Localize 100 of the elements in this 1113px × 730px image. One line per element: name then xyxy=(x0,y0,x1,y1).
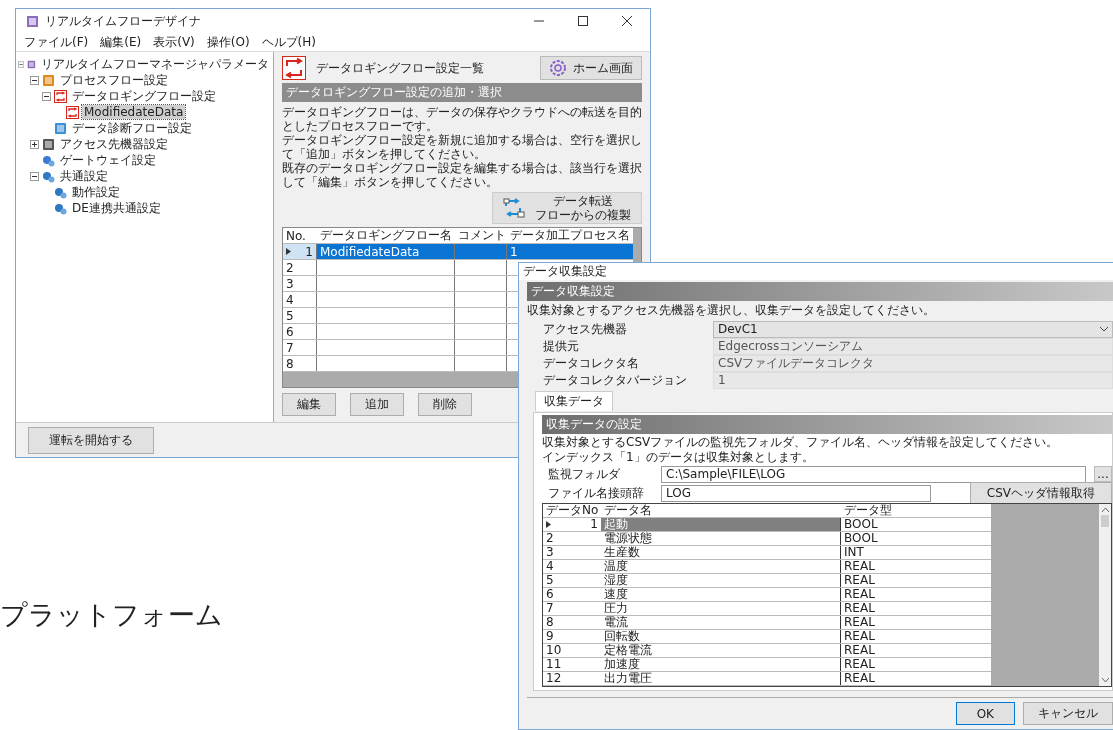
description-text: インデックス「1」のデータは収集対象とします。 xyxy=(542,450,815,464)
table-cell-text: REAL xyxy=(843,560,876,573)
copy-arrows-icon xyxy=(503,198,525,218)
table-cell: 速度 xyxy=(601,588,841,601)
page-title: データロギングフロー設定一覧 xyxy=(316,59,485,77)
table-row[interactable]: 10 定格電流 REAL xyxy=(543,644,991,658)
column-header: データ加工プロセス名 xyxy=(509,228,631,243)
gear-icon xyxy=(549,59,567,77)
table-cell: 6 xyxy=(546,588,554,601)
column-header: データ名 xyxy=(603,504,653,517)
table-row[interactable]: 12 出力電圧 REAL xyxy=(543,672,991,686)
browse-button[interactable]: ... xyxy=(1094,466,1112,482)
menu-item[interactable]: 編集(E) xyxy=(100,33,142,51)
prefix-field[interactable]: LOG xyxy=(661,484,931,502)
menu-item[interactable]: ファイル(F) xyxy=(24,33,89,51)
table-cell: 1 xyxy=(510,244,518,259)
table-cell-text: BOOL xyxy=(843,518,879,531)
table-row[interactable]: 2 電源状態 BOOL xyxy=(543,532,991,546)
maximize-icon[interactable] xyxy=(578,16,588,26)
folder-field[interactable]: C:\Sample\FILE\LOG xyxy=(661,465,1086,483)
table-cell: 6 xyxy=(286,324,294,339)
table-cell: 5 xyxy=(546,574,554,587)
field-label: 提供元 xyxy=(542,337,580,355)
expand-toggle[interactable] xyxy=(30,139,39,149)
window-title: リアルタイムフローデザイナ xyxy=(45,12,202,30)
scroll-up-icon[interactable] xyxy=(1101,507,1109,512)
home-button[interactable]: ホーム画面 xyxy=(540,56,642,80)
table-row[interactable]: 9 回転数 REAL xyxy=(543,630,991,644)
table-row[interactable]: 7 圧力 REAL xyxy=(543,602,991,616)
table-cell: 7 xyxy=(286,340,294,355)
section-header: データロギングフロー設定の追加・選択 xyxy=(282,83,642,102)
device-dropdown[interactable]: DevC1 xyxy=(713,320,1113,338)
field-label: ファイル名接頭辞 xyxy=(547,484,645,502)
tree-item[interactable]: ゲートウェイ設定 xyxy=(58,151,158,169)
table-cell: 2 xyxy=(286,260,294,275)
table-row[interactable]: 8 電流 REAL xyxy=(543,616,991,630)
tree-item[interactable]: DE連携共通設定 xyxy=(70,199,163,217)
action-button[interactable]: 追加 xyxy=(350,393,404,416)
tree-item[interactable]: アクセス先機器設定 xyxy=(58,135,170,153)
table-cell-text: REAL xyxy=(843,602,876,615)
description-text: データロギングフロー設定を新規に追加する場合は、空行を選択して「追加」ボタンを押してください。 xyxy=(282,133,642,161)
table-cell: 8 xyxy=(286,356,294,371)
table-cell: 3 xyxy=(546,546,554,559)
table-row[interactable]: 3 生産数 INT xyxy=(543,546,991,560)
tree-item[interactable]: プロセスフロー設定 xyxy=(58,71,170,89)
current-row-icon xyxy=(286,248,291,255)
loop-arrows-icon xyxy=(66,105,79,119)
table-cell-text: REAL xyxy=(843,574,876,587)
description-text: 収集対象とするCSVファイルの監視先フォルダ、ファイル名、ヘッダ情報を設定してください。 xyxy=(542,435,1060,449)
scroll-thumb[interactable] xyxy=(1101,515,1109,527)
column-header: コメント xyxy=(457,228,507,243)
table-cell: 4 xyxy=(546,560,554,573)
table-row[interactable]: 11 加速度 REAL xyxy=(543,658,991,672)
description-text: 既存のデータロギングフロー設定を編集する場合は、該当行を選択して「編集」ボタンを押してください。 xyxy=(282,161,642,189)
field-label: データコレクタバージョン xyxy=(542,371,688,389)
copy-flow-button[interactable]: データ転送 フローからの複製 xyxy=(492,192,642,224)
start-button[interactable]: 運転を開始する xyxy=(28,426,154,454)
action-button[interactable]: 削除 xyxy=(418,393,472,416)
menu-item[interactable]: ヘルプ(H) xyxy=(261,33,316,51)
tab[interactable]: 収集データ xyxy=(535,391,613,411)
tree-item[interactable]: リアルタイムフローマネージャパラメータ xyxy=(39,55,271,73)
tree-item[interactable]: データ診断フロー設定 xyxy=(70,119,194,137)
expand-toggle[interactable] xyxy=(42,91,51,101)
table-row[interactable]: 6 速度 REAL xyxy=(543,588,991,602)
table-cell-text: REAL xyxy=(843,644,876,657)
table-cell: 12 xyxy=(546,672,562,685)
dialog-button[interactable]: OK xyxy=(955,702,1015,725)
action-button[interactable]: 編集 xyxy=(282,393,336,416)
table-row[interactable]: 1 ModifiedateData 1 xyxy=(283,244,633,260)
expand-toggle[interactable] xyxy=(30,75,39,85)
tree-item[interactable]: 共通設定 xyxy=(58,167,110,185)
table-cell: 定格電流 xyxy=(601,644,841,657)
dialog-button[interactable]: キャンセル xyxy=(1023,702,1113,725)
expand-toggle[interactable] xyxy=(18,59,25,69)
menu-item[interactable]: 操作(O) xyxy=(206,33,250,51)
scroll-down-icon[interactable] xyxy=(1101,678,1109,683)
tree-item[interactable]: ModifiedateData xyxy=(82,105,186,119)
tree-item[interactable]: データロギングフロー設定 xyxy=(70,87,218,105)
table-row[interactable]: 4 温度 REAL xyxy=(543,560,991,574)
table-row[interactable]: 5 湿度 REAL xyxy=(543,574,991,588)
table-cell: 1 xyxy=(590,518,598,531)
table-cell-text: REAL xyxy=(843,630,876,643)
close-icon[interactable] xyxy=(622,16,632,26)
table-cell: 10 xyxy=(546,644,562,657)
table-cell: 温度 xyxy=(601,560,841,573)
table-cell: 湿度 xyxy=(601,574,841,587)
table-cell: 電流 xyxy=(601,616,841,629)
scrollbar[interactable] xyxy=(1099,504,1111,686)
tree-item[interactable]: 動作設定 xyxy=(70,183,122,201)
table-cell-text: BOOL xyxy=(843,532,879,545)
dialog-title: データ収集設定 xyxy=(519,263,1113,280)
column-header: データ型 xyxy=(843,504,893,517)
table-row[interactable]: 1 起動 BOOL xyxy=(543,518,991,532)
table-cell: 電源状態 xyxy=(601,532,841,545)
table-cell: 11 xyxy=(546,658,562,671)
section-header: 収集データの設定 xyxy=(542,415,1112,434)
expand-toggle[interactable] xyxy=(30,171,39,181)
menu-item[interactable]: 表示(V) xyxy=(153,33,195,51)
table-cell: 4 xyxy=(286,292,294,307)
table-cell: 起動 xyxy=(601,518,841,531)
